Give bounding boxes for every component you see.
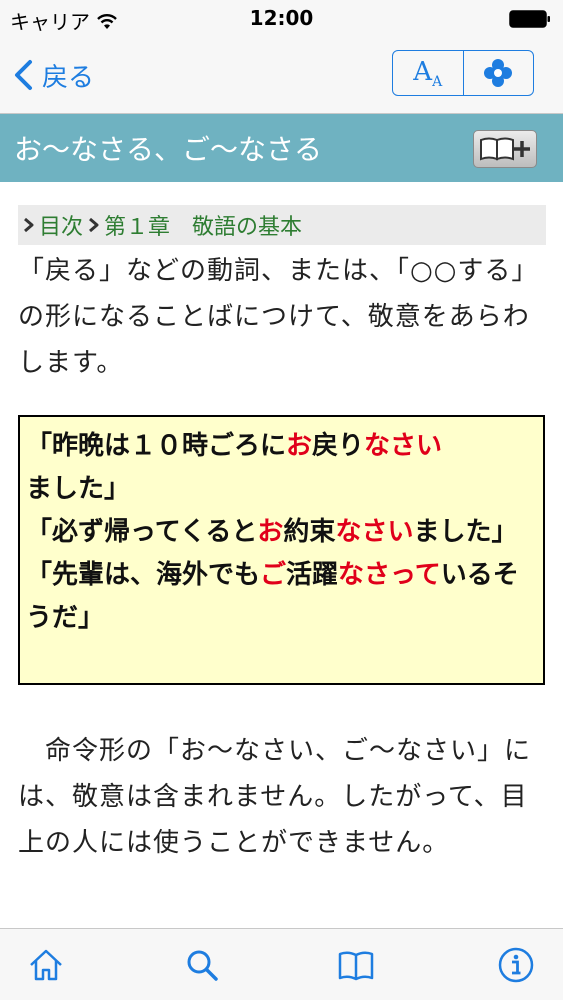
tab-bar (0, 928, 563, 1000)
intro-paragraph: 「戻る」などの動詞、または、「○○する」の形になることばにつけて、敬意をあらわし… (18, 256, 539, 378)
app-screen: キャリア 12:00 戻る AA お〜なさる、ご〜なさる 目次 第１章 敬語の基… (0, 0, 563, 1000)
example-text: 活躍 (286, 560, 339, 590)
example-text: ました」 (413, 517, 518, 547)
example-text: 戻り (312, 431, 365, 461)
toolbar-segmented-control: AA (392, 50, 534, 96)
chevron-right-icon (89, 217, 99, 233)
status-time: 12:00 (249, 6, 314, 30)
chevron-right-icon (24, 217, 34, 233)
clover-icon (484, 59, 513, 87)
settings-button[interactable] (462, 51, 534, 95)
book-plus-icon (480, 137, 530, 161)
info-icon (498, 947, 534, 983)
breadcrumb-chapter-number: 第１章 (104, 215, 171, 240)
example-highlight: なさって (338, 560, 441, 590)
tab-home[interactable] (24, 943, 68, 987)
book-icon (338, 951, 374, 981)
example-box: 「昨晩は１０時ごろにお戻りなさいました」 「必ず帰ってくるとお約束なさいました」… (18, 415, 545, 685)
title-bar: お〜なさる、ご〜なさる (0, 114, 563, 182)
tab-search[interactable] (180, 943, 224, 987)
example-line: 「必ず帰ってくるとお約束なさいました」 (26, 511, 537, 554)
example-highlight: なさい (364, 431, 443, 461)
status-bar: キャリア 12:00 (0, 0, 563, 38)
example-text: ました」 (26, 474, 131, 504)
breadcrumb-chapter-link[interactable]: 第１章 敬語の基本 (104, 209, 302, 241)
font-size-icon: AA (413, 56, 443, 90)
example-highlight: お (257, 517, 284, 547)
font-size-button[interactable]: AA (393, 51, 463, 95)
home-icon (30, 949, 62, 981)
chevron-left-icon (15, 60, 32, 90)
breadcrumb-chapter-title: 敬語の基本 (192, 215, 303, 240)
battery-icon (509, 10, 550, 28)
breadcrumb: 目次 第１章 敬語の基本 (18, 205, 546, 245)
search-icon (187, 950, 218, 981)
navigation-bar: 戻る AA (0, 38, 563, 114)
example-text: 「昨晩は１０時ごろに (26, 431, 287, 461)
example-text: 「先輩は、海外でも (26, 560, 261, 590)
back-button[interactable]: 戻る (12, 54, 94, 96)
example-text: 約束 (283, 517, 336, 547)
tab-contents[interactable] (334, 943, 378, 987)
back-button-label: 戻る (42, 62, 95, 93)
tab-info[interactable] (494, 943, 538, 987)
note-paragraph: 命令形の「お〜なさい、ご〜なさい」には、敬意は含まれません。したがって、目上の人… (18, 736, 532, 858)
breadcrumb-toc-link[interactable]: 目次 (39, 209, 83, 241)
example-highlight: なさい (335, 517, 414, 547)
bookmark-add-button[interactable] (473, 130, 537, 168)
example-line: 「昨晩は１０時ごろにお戻りなさいました」 (26, 425, 537, 511)
example-line: 「先輩は、海外でもご活躍なさっているそうだ」 (26, 554, 537, 640)
example-highlight: ご (260, 560, 287, 590)
example-text: 「必ず帰ってくると (26, 517, 258, 547)
page-title: お〜なさる、ご〜なさる (14, 133, 323, 166)
example-highlight: お (286, 431, 313, 461)
